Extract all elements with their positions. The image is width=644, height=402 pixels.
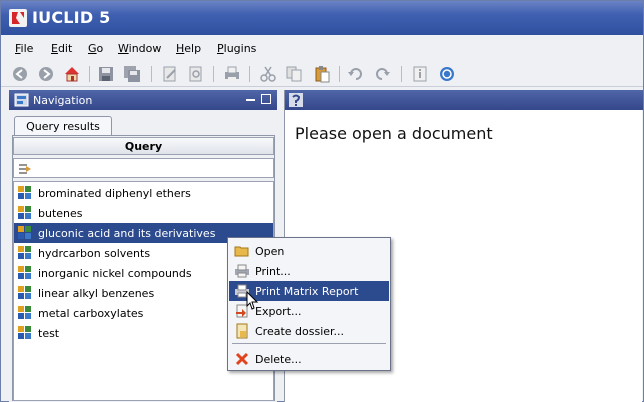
substance-group-icon <box>18 266 32 280</box>
menu-file[interactable]: File <box>15 42 33 55</box>
title-bar: IUCLID 5 <box>1 1 643 35</box>
substance-group-icon <box>18 286 32 300</box>
copy-icon[interactable] <box>285 65 303 83</box>
menu-window[interactable]: Window <box>118 42 161 55</box>
home-icon[interactable] <box>63 65 81 83</box>
mouse-cursor-icon <box>246 290 260 311</box>
document-info-icon[interactable] <box>411 65 429 83</box>
substance-group-icon <box>18 306 32 320</box>
application-window: IUCLID 5 File Edit Go Window Help Plugin… <box>0 0 644 402</box>
menu-divider <box>232 343 386 344</box>
menu-help[interactable]: Help <box>176 42 201 55</box>
back-icon[interactable] <box>11 65 29 83</box>
save-icon[interactable] <box>97 65 115 83</box>
menu-plugins[interactable]: Plugins <box>217 42 256 55</box>
paste-icon[interactable] <box>313 65 331 83</box>
redo-icon[interactable] <box>373 65 391 83</box>
delete-icon <box>234 351 250 367</box>
print-icon[interactable] <box>223 65 241 83</box>
substance-group-icon <box>18 326 32 340</box>
substance-group-icon <box>18 186 32 200</box>
help-icon[interactable] <box>438 65 456 83</box>
save-all-icon[interactable] <box>123 65 141 83</box>
toolbar-separator <box>249 66 250 82</box>
menu-item-create-dossier[interactable]: Create dossier... <box>229 321 389 341</box>
maximize-panel-icon[interactable] <box>261 94 271 104</box>
cut-icon[interactable] <box>259 65 277 83</box>
filter-row[interactable] <box>13 158 274 178</box>
create-dossier-icon <box>234 323 250 339</box>
edit-icon[interactable] <box>161 65 179 83</box>
filter-arrow-icon[interactable] <box>18 162 32 176</box>
toolbar-separator <box>151 66 152 82</box>
undo-icon[interactable] <box>347 65 365 83</box>
list-item[interactable]: butenes <box>14 203 273 223</box>
menu-bar: File Edit Go Window Help Plugins <box>1 37 643 59</box>
navigation-header: Navigation <box>9 90 277 110</box>
list-item[interactable]: brominated diphenyl ethers <box>14 183 273 203</box>
menu-item-delete[interactable]: Delete... <box>229 349 389 369</box>
navigation-title: Navigation <box>33 94 93 107</box>
substance-group-icon <box>18 226 32 240</box>
toolbar-separator <box>213 66 214 82</box>
forward-icon[interactable] <box>37 65 55 83</box>
menu-item-print[interactable]: Print... <box>229 261 389 281</box>
window-title: IUCLID 5 <box>32 8 111 27</box>
toolbar-separator <box>89 66 90 82</box>
substance-group-icon <box>18 246 32 260</box>
substance-group-icon <box>18 206 32 220</box>
folder-open-icon <box>234 243 250 259</box>
document-header <box>285 90 643 110</box>
toolbar-separator <box>339 66 340 82</box>
column-header-query[interactable]: Query <box>13 137 274 155</box>
print-icon <box>234 263 250 279</box>
navigation-icon <box>14 92 30 108</box>
menu-item-open[interactable]: Open <box>229 241 389 261</box>
minimize-panel-icon[interactable] <box>246 99 255 101</box>
menu-go[interactable]: Go <box>88 42 103 55</box>
help-question-icon[interactable] <box>289 93 303 107</box>
preview-icon[interactable] <box>187 65 205 83</box>
tab-query-results[interactable]: Query results <box>14 116 112 136</box>
toolbar-separator <box>401 66 402 82</box>
toolbar <box>1 61 643 87</box>
menu-edit[interactable]: Edit <box>51 42 72 55</box>
iuclid-logo-icon <box>8 8 28 28</box>
document-placeholder-message: Please open a document <box>295 124 493 143</box>
